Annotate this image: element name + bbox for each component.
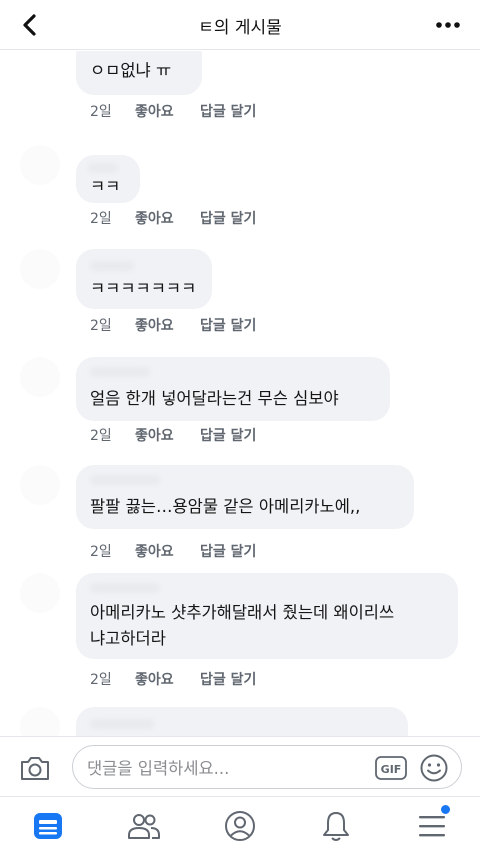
comment-actions: 2일 좋아요 답글 달기 [90, 208, 256, 228]
camera-icon [21, 757, 49, 780]
comment-input[interactable] [87, 756, 367, 780]
commenter-name[interactable] [90, 719, 154, 729]
bottom-navigation [0, 796, 480, 854]
comment-text: ㅋㅋㅋㅋㅋㅋㅋ [90, 279, 197, 298]
gif-label: GIF [381, 763, 402, 776]
reply-button[interactable]: 답글 달기 [200, 208, 256, 228]
commenter-name[interactable] [88, 163, 118, 173]
like-button[interactable]: 좋아요 [135, 208, 200, 228]
comment-bubble: ㅋㅋ [76, 155, 140, 203]
comment-input-box[interactable]: GIF [72, 745, 462, 789]
page-title: ㅌ의 게시물 [198, 18, 282, 38]
comment-time: 2일 [90, 318, 112, 334]
comment-time: 2일 [90, 672, 112, 688]
comment-composer: GIF [0, 736, 480, 796]
avatar[interactable] [20, 249, 60, 289]
comment: ㅋㅋ 2일 좋아요 답글 달기 [0, 143, 480, 233]
tab-profile[interactable] [220, 807, 260, 845]
tab-news-feed[interactable] [28, 807, 68, 845]
reply-button[interactable]: 답글 달기 [200, 669, 256, 689]
comment-bubble: 얼음 한개 넣어달라는건 무슨 심보야 [76, 357, 390, 421]
comment: 팔팔 끓는…용암물 같은 아메리카노에,, 2일 좋아요 답글 달기 [0, 461, 480, 561]
reply-button[interactable]: 답글 달기 [200, 425, 256, 445]
comment-bubble: 팔팔 끓는…용암물 같은 아메리카노에,, [76, 465, 414, 529]
comment-text-line-2: 냐고하더라 [90, 629, 166, 648]
tab-menu[interactable] [412, 805, 452, 845]
more-options-button[interactable] [434, 12, 462, 38]
reply-button[interactable]: 답글 달기 [200, 541, 256, 561]
comment-time: 2일 [90, 104, 112, 120]
like-button[interactable]: 좋아요 [135, 669, 200, 689]
like-button[interactable]: 좋아요 [135, 425, 200, 445]
comment-bubble: 아메리카노 샷추가해달래서 줬는데 왜이리쓰 냐고하더라 [76, 573, 458, 659]
comment-time: 2일 [90, 211, 112, 227]
comment-bubble: ㅇㅁ없냐 ㅠ [76, 51, 202, 95]
new-indicator-dot [441, 805, 450, 814]
commenter-name[interactable] [90, 261, 134, 271]
comment [0, 703, 480, 736]
comment-actions: 2일 좋아요 답글 달기 [90, 315, 256, 335]
commenter-name[interactable] [90, 583, 160, 593]
commenter-name[interactable] [90, 367, 150, 377]
emoji-icon [420, 754, 448, 782]
comment-text: 얼음 한개 넣어달라는건 무슨 심보야 [90, 389, 339, 408]
comment-bubble: ㅋㅋㅋㅋㅋㅋㅋ [76, 249, 212, 309]
avatar[interactable] [20, 145, 60, 185]
profile-icon [225, 811, 255, 841]
comment-actions: 2일 좋아요 답글 달기 [90, 425, 256, 445]
comment-text-line-1: 아메리카노 샷추가해달래서 줬는데 왜이리쓰 [90, 603, 395, 622]
comment-bubble [76, 707, 408, 736]
gif-button[interactable]: GIF [375, 756, 407, 780]
comment-text: ㅋㅋ [90, 177, 121, 196]
top-bar: ㅌ의 게시물 [0, 0, 480, 50]
notifications-icon [323, 812, 349, 841]
avatar[interactable] [20, 573, 60, 613]
like-button[interactable]: 좋아요 [135, 541, 200, 561]
comment: ㅋㅋㅋㅋㅋㅋㅋ 2일 좋아요 답글 달기 [0, 247, 480, 347]
comment-list[interactable]: ㅇㅁ없냐 ㅠ 2일 좋아요 답글 달기 ㅋㅋ 2일 좋아요 답글 달기 ㅋㅋㅋㅋ… [0, 51, 480, 736]
comment-actions: 2일 좋아요 답글 달기 [90, 101, 256, 121]
menu-icon [419, 816, 445, 837]
friends-icon [128, 814, 160, 839]
avatar[interactable] [20, 707, 60, 736]
commenter-name[interactable] [90, 475, 160, 485]
emoji-button[interactable] [419, 753, 449, 783]
tab-notifications[interactable] [316, 807, 356, 845]
like-button[interactable]: 좋아요 [135, 101, 200, 121]
comment-time: 2일 [90, 544, 112, 560]
like-button[interactable]: 좋아요 [135, 315, 200, 335]
news-feed-icon [34, 813, 62, 839]
camera-button[interactable] [18, 753, 52, 783]
comment-actions: 2일 좋아요 답글 달기 [90, 541, 256, 561]
more-dots-icon [436, 22, 460, 28]
reply-button[interactable]: 답글 달기 [200, 315, 256, 335]
comment-text: ㅇㅁ없냐 ㅠ [90, 61, 172, 80]
reply-button[interactable]: 답글 달기 [200, 101, 256, 121]
comment: ㅇㅁ없냐 ㅠ 2일 좋아요 답글 달기 [0, 51, 480, 131]
avatar[interactable] [20, 357, 60, 397]
tab-friends[interactable] [124, 807, 164, 845]
avatar[interactable] [20, 465, 60, 505]
comment: 얼음 한개 넣어달라는건 무슨 심보야 2일 좋아요 답글 달기 [0, 353, 480, 453]
comment-text: 팔팔 끓는…용암물 같은 아메리카노에,, [90, 497, 361, 516]
comment-time: 2일 [90, 428, 112, 444]
comment: 아메리카노 샷추가해달래서 줬는데 왜이리쓰 냐고하더라 2일 좋아요 답글 달… [0, 569, 480, 689]
gif-icon: GIF [375, 756, 407, 780]
comment-actions: 2일 좋아요 답글 달기 [90, 669, 256, 689]
